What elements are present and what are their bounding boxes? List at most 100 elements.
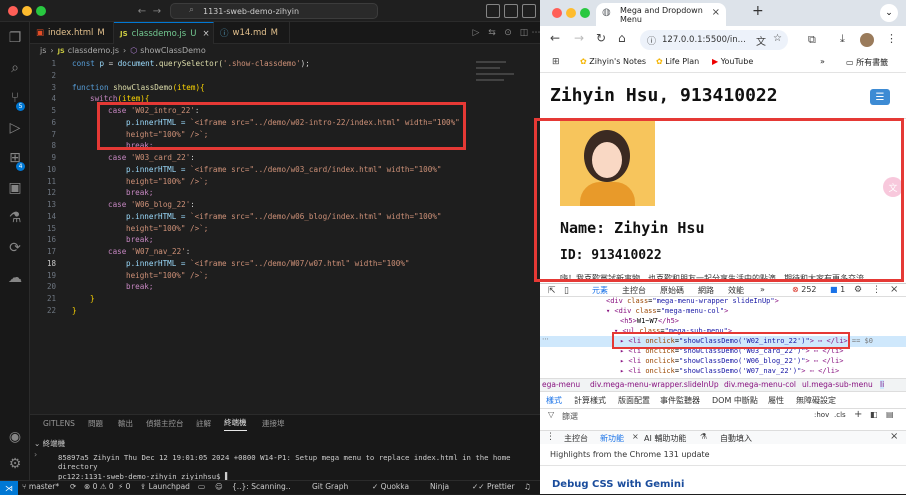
- breadcrumb-folder[interactable]: js: [40, 46, 46, 55]
- scanning-status[interactable]: {..}: Scanning..: [232, 482, 291, 491]
- warning-count[interactable]: ■ 1: [830, 285, 845, 294]
- breadcrumb-symbol[interactable]: showClassDemo: [140, 46, 206, 55]
- properties-tab[interactable]: 屬性: [768, 395, 784, 406]
- devtools-close-icon[interactable]: ×: [890, 284, 898, 295]
- back-arrow-icon[interactable]: ←: [135, 3, 149, 19]
- bookmark-zihyins-notes[interactable]: ✿ Zihyin's Notes: [580, 57, 646, 66]
- chrome-menu-icon[interactable]: ⋮: [886, 32, 897, 45]
- home-icon[interactable]: ⌂: [618, 31, 626, 45]
- event-listeners-tab[interactable]: 事件監聽器: [660, 395, 700, 406]
- inspect-element-icon[interactable]: ⇱: [548, 286, 556, 296]
- toggle-secondary-sidebar-icon[interactable]: [522, 4, 536, 18]
- bookmark-star-icon[interactable]: ☆: [773, 33, 782, 44]
- devtools-tab-console[interactable]: 主控台: [622, 285, 646, 296]
- open-changes-icon[interactable]: ⇆: [486, 26, 498, 40]
- hamburger-menu-button[interactable]: ☰: [870, 89, 890, 105]
- breadcrumb-file[interactable]: classdemo.js: [68, 46, 119, 55]
- close-tab-icon[interactable]: ×: [202, 29, 209, 39]
- address-bar[interactable]: ⓘ 127.0.0.1:5500/in... 文 ☆: [640, 30, 788, 50]
- dom-node-li[interactable]: ▸ <li onclick="showClassDemo('W07_nav_22…: [620, 367, 839, 375]
- testing-icon[interactable]: ⚗: [5, 208, 25, 228]
- drawer-tab-console[interactable]: 主控台: [564, 433, 588, 444]
- minimize-window-button[interactable]: [566, 8, 576, 18]
- search-icon[interactable]: ⌕: [5, 58, 25, 78]
- site-info-icon[interactable]: ⓘ: [647, 34, 656, 47]
- devtools-more-tabs[interactable]: »: [760, 285, 765, 294]
- toggle-panel-icon[interactable]: [504, 4, 518, 18]
- dom-crumb[interactable]: ega-menu: [542, 380, 580, 389]
- add-style-rule-icon[interactable]: +: [854, 409, 862, 420]
- bookmark-youtube[interactable]: ▶ YouTube: [712, 57, 753, 66]
- minimap[interactable]: [470, 57, 530, 97]
- tab-w14-md[interactable]: ⓘ w14.md M: [214, 22, 290, 44]
- translate-icon[interactable]: 文: [756, 33, 766, 48]
- run-icon[interactable]: ▷: [470, 26, 482, 40]
- branch-status[interactable]: ⑂ master*: [22, 482, 59, 491]
- all-bookmarks-folder[interactable]: ▭ 所有書籤: [846, 57, 888, 68]
- device-toolbar-icon[interactable]: ▯: [564, 286, 569, 296]
- ninja-status[interactable]: Ninja: [430, 482, 449, 491]
- apps-grid-icon[interactable]: ⊞: [552, 57, 560, 67]
- more-bookmarks-icon[interactable]: »: [820, 57, 825, 66]
- drawer-tab-autofill[interactable]: 自動填入: [720, 433, 752, 444]
- close-window-button[interactable]: [8, 6, 18, 16]
- minimize-window-button[interactable]: [22, 6, 32, 16]
- drawer-tab-ai-assistance[interactable]: AI 輔助功能: [644, 433, 686, 444]
- command-center-search[interactable]: ⌕ 1131-sweb-demo-zihyin: [170, 3, 378, 19]
- dom-crumb-active[interactable]: li: [880, 380, 885, 389]
- run-debug-icon[interactable]: ▷: [5, 118, 25, 138]
- drawer-menu-icon[interactable]: ⋮: [546, 432, 555, 442]
- reload-icon[interactable]: ↻: [596, 31, 606, 45]
- extensions-puzzle-icon[interactable]: ⧉: [808, 33, 816, 47]
- new-tab-button[interactable]: +: [752, 3, 764, 19]
- toggle-element-state-icon[interactable]: ▤: [886, 410, 894, 419]
- sync-icon[interactable]: ⟳: [70, 482, 76, 491]
- bookmark-life-plan[interactable]: ✿ Life Plan: [656, 57, 699, 66]
- zoom-window-button[interactable]: [580, 8, 590, 18]
- notifications-bell-icon[interactable]: ♫: [524, 482, 531, 491]
- gitlens-icon[interactable]: ⟳: [5, 238, 25, 258]
- prettier-status[interactable]: ✓✓ Prettier: [472, 482, 515, 491]
- close-tab-icon[interactable]: ×: [632, 432, 639, 441]
- computed-tab[interactable]: 計算樣式: [574, 395, 606, 406]
- panel-tab-output[interactable]: 輸出: [118, 415, 133, 431]
- chevron-right-icon[interactable]: ›: [34, 450, 37, 459]
- dom-crumb[interactable]: ul.mega-sub-menu: [802, 380, 873, 389]
- terminal-icon[interactable]: ▭: [198, 482, 205, 491]
- close-drawer-icon[interactable]: ×: [890, 431, 898, 442]
- split-editor-icon[interactable]: ◫: [518, 26, 530, 40]
- tab-search-icon[interactable]: ⌄: [880, 4, 898, 22]
- account-icon[interactable]: ◉: [5, 427, 25, 447]
- cls-toggle[interactable]: .cls: [834, 411, 846, 419]
- remote-indicator-icon[interactable]: ⋊: [0, 481, 18, 495]
- styles-tab[interactable]: 樣式: [546, 395, 562, 406]
- close-tab-icon[interactable]: ×: [712, 7, 720, 18]
- gemini-feature-link[interactable]: Debug CSS with Gemini: [552, 479, 684, 490]
- zoom-window-button[interactable]: [36, 6, 46, 16]
- issues-count[interactable]: ⊗ 252: [792, 285, 817, 294]
- git-compare-icon[interactable]: ⊙: [502, 26, 514, 40]
- code-editor[interactable]: const p = document.querySelector('.show-…: [60, 57, 470, 315]
- ports-status[interactable]: ⚡ 0: [118, 482, 130, 491]
- forward-arrow-icon[interactable]: →: [574, 31, 584, 45]
- close-window-button[interactable]: [552, 8, 562, 18]
- download-icon[interactable]: ⤓: [840, 32, 845, 46]
- forward-arrow-icon[interactable]: →: [150, 3, 164, 19]
- styles-filter-input[interactable]: 篩選: [562, 411, 578, 422]
- dom-crumb[interactable]: div.mega-menu-wrapper.slideInUp: [590, 380, 719, 389]
- copilot-icon[interactable]: ☺: [215, 482, 223, 491]
- layout-tab[interactable]: 版面配置: [618, 395, 650, 406]
- tab-index-html[interactable]: ▣ index.html M: [30, 22, 114, 44]
- devtools-tab-elements[interactable]: 元素: [592, 285, 608, 296]
- panel-tab-comments[interactable]: 註解: [196, 415, 211, 431]
- drawer-tab-whats-new[interactable]: 新功能: [600, 433, 624, 444]
- dom-node-li[interactable]: ▸ <li onclick="showClassDemo('W06_blog_2…: [620, 357, 843, 365]
- remote-explorer-icon[interactable]: ▣: [5, 178, 25, 198]
- profile-avatar[interactable]: [860, 33, 874, 47]
- git-graph-button[interactable]: Git Graph: [312, 482, 348, 491]
- computed-styles-sidebar-icon[interactable]: ◧: [870, 410, 878, 419]
- panel-tab-ports[interactable]: 連接埠: [262, 415, 285, 431]
- dom-crumb[interactable]: div.mega-menu-col: [724, 380, 796, 389]
- panel-tab-gitlens[interactable]: GITLENS: [43, 415, 75, 431]
- problems-status[interactable]: ⊗ 0 ⚠ 0: [84, 482, 114, 491]
